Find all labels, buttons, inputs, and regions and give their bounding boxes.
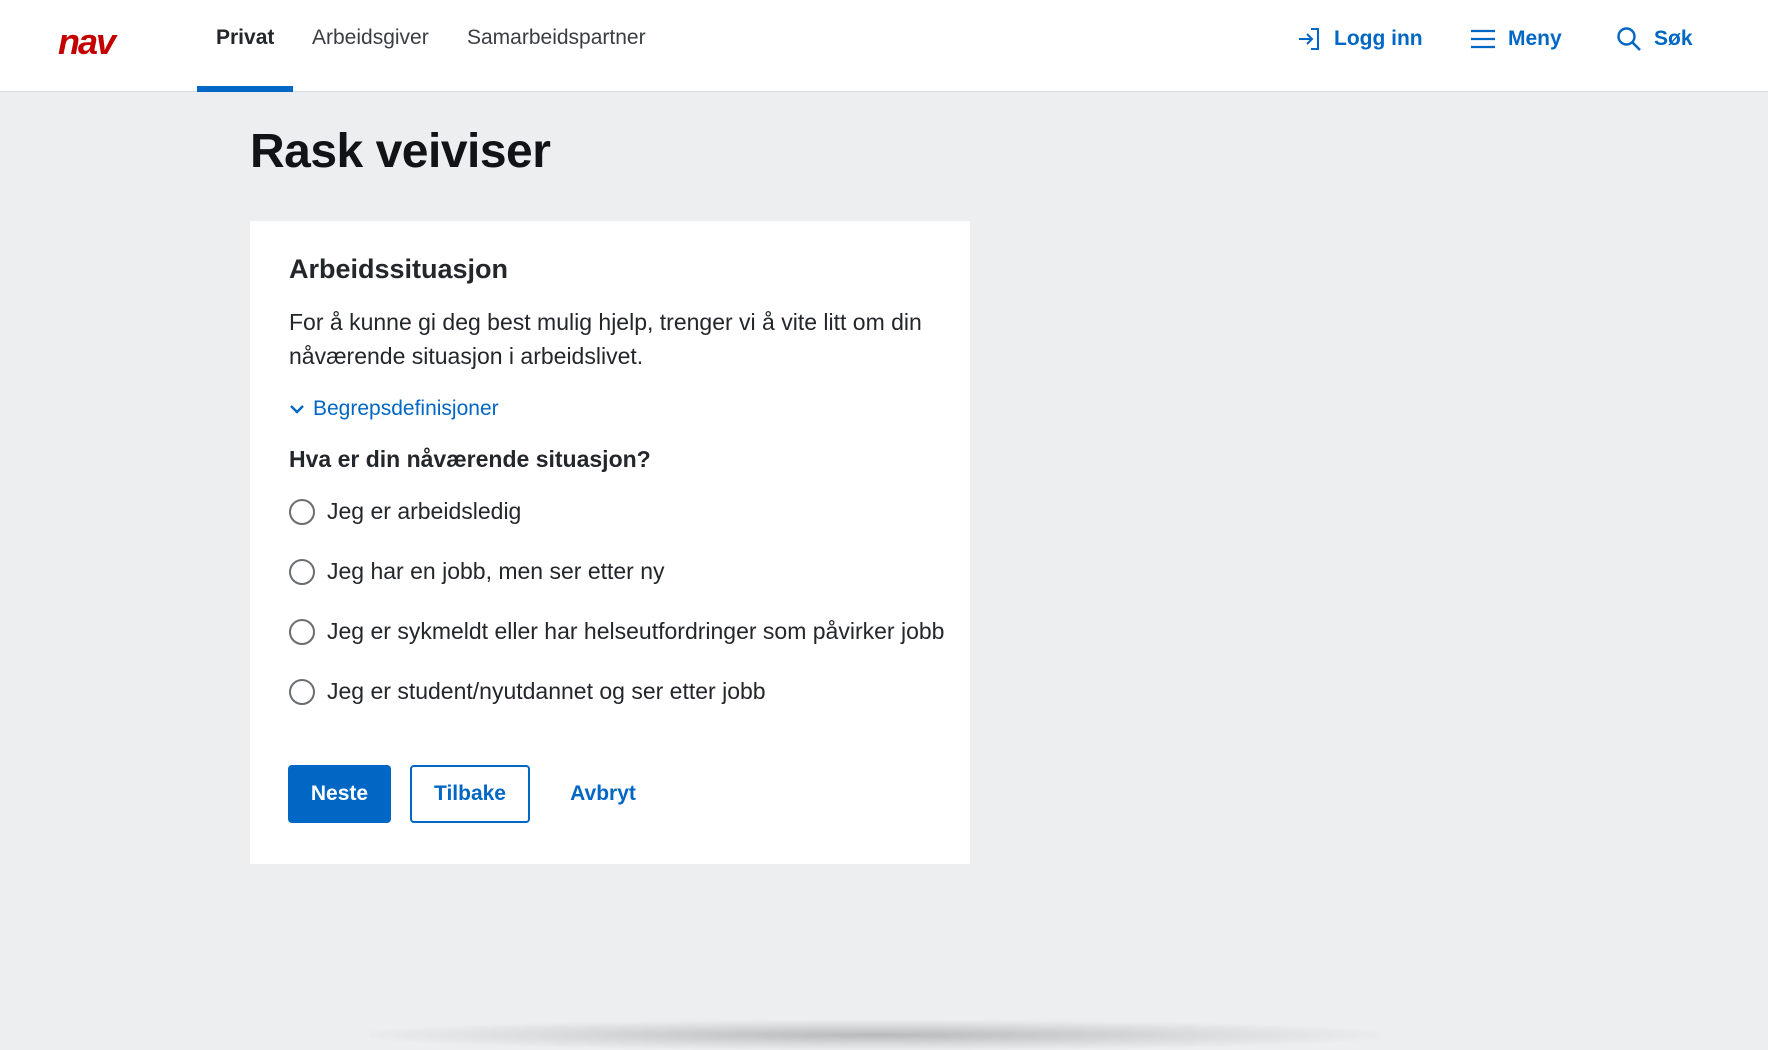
- login-label: Logg inn: [1334, 27, 1423, 50]
- search-button[interactable]: Søk: [1616, 26, 1693, 52]
- page-title: Rask veiviser: [250, 125, 551, 178]
- tab-samarbeidspartner-label: Samarbeidspartner: [467, 26, 646, 49]
- definitions-expander-label: Begrepsdefinisjoner: [313, 397, 499, 420]
- tab-privat[interactable]: Privat: [216, 26, 274, 92]
- wizard-card: Arbeidssituasjon For å kunne gi deg best…: [250, 221, 970, 864]
- nav-logo-icon: nav: [58, 21, 120, 62]
- card-intro-text: For å kunne gi deg best mulig hjelp, tre…: [289, 309, 922, 369]
- search-label: Søk: [1654, 27, 1693, 50]
- tab-samarbeidspartner[interactable]: Samarbeidspartner: [467, 26, 646, 92]
- hamburger-menu-icon: [1471, 29, 1495, 49]
- menu-label: Meny: [1508, 27, 1562, 50]
- back-button[interactable]: Tilbake: [410, 765, 530, 823]
- option-label: Jeg er arbeidsledig: [327, 498, 522, 524]
- login-link[interactable]: Logg inn: [1296, 26, 1423, 52]
- option-label: Jeg er sykmeldt eller har helseutfordrin…: [327, 618, 945, 644]
- option-label: Jeg har en jobb, men ser etter ny: [327, 558, 665, 584]
- next-button[interactable]: Neste: [288, 765, 391, 823]
- active-tab-indicator: [197, 86, 293, 92]
- radio-button[interactable]: [289, 678, 315, 705]
- svg-text:nav: nav: [58, 26, 118, 60]
- menu-button[interactable]: Meny: [1470, 26, 1562, 52]
- chevron-down-icon: [290, 405, 304, 414]
- nav-logo[interactable]: nav: [58, 21, 142, 62]
- option-label: Jeg er student/nyutdannet og ser etter j…: [327, 678, 766, 704]
- radio-button[interactable]: [289, 558, 315, 585]
- option-har-jobb[interactable]: Jeg har en jobb, men ser etter ny: [289, 558, 665, 585]
- option-student[interactable]: Jeg er student/nyutdannet og ser etter j…: [289, 678, 766, 705]
- radio-button[interactable]: [289, 498, 315, 525]
- tab-arbeidsgiver-label: Arbeidsgiver: [312, 26, 429, 49]
- site-header: nav Privat Arbeidsgiver Samarbeidspartne…: [0, 0, 1768, 92]
- radio-button[interactable]: [289, 618, 315, 645]
- option-arbeidsledig[interactable]: Jeg er arbeidsledig: [289, 498, 521, 525]
- tab-privat-label: Privat: [216, 26, 275, 49]
- option-sykmeldt[interactable]: Jeg er sykmeldt eller har helseutfordrin…: [289, 618, 944, 645]
- login-arrow-icon: [1299, 28, 1319, 50]
- magnifier-icon: [1617, 27, 1641, 51]
- situation-question: Hva er din nåværende situasjon?: [289, 446, 651, 472]
- bottom-shadow: [370, 1020, 1380, 1050]
- tab-arbeidsgiver[interactable]: Arbeidsgiver: [312, 26, 429, 92]
- definitions-expander[interactable]: Begrepsdefinisjoner: [289, 397, 499, 421]
- card-heading: Arbeidssituasjon: [289, 254, 509, 284]
- cancel-button[interactable]: Avbryt: [548, 765, 658, 823]
